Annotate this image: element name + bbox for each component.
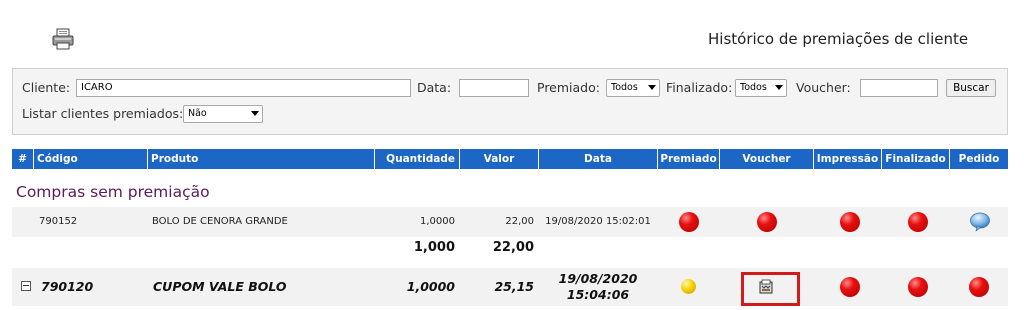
listar-label: Listar clientes premiados: (22, 106, 184, 121)
total-quantidade: 1,000 (413, 240, 455, 255)
col-hash: # (18, 153, 27, 165)
cliente-label: Cliente: (22, 80, 71, 95)
voucher-label: Voucher: (796, 80, 851, 95)
listar-select[interactable]: Não (183, 105, 263, 123)
group-data-date: 19/08/2020 (558, 271, 638, 286)
data-label: Data: (417, 80, 452, 95)
cliente-input[interactable]: ICARO (76, 79, 411, 97)
row-data: 19/08/2020 15:02:01 (545, 216, 651, 227)
premiado-select[interactable]: Todos (606, 79, 660, 97)
collapse-toggle-icon[interactable] (21, 281, 31, 291)
col-produto[interactable]: Produto (148, 149, 374, 169)
group-valor: 25,15 (494, 279, 534, 294)
section-title: Compras sem premiação (16, 183, 210, 201)
voucher-highlight-box (741, 272, 800, 306)
col-premiado[interactable]: Premiado (658, 149, 719, 169)
premiado-label: Premiado: (537, 80, 600, 95)
finalizado-label: Finalizado: (666, 80, 733, 95)
premiado-status-icon[interactable] (679, 212, 699, 232)
printer-icon[interactable] (51, 27, 75, 51)
speech-bubble-icon[interactable] (969, 212, 991, 232)
col-data[interactable]: Data (539, 149, 657, 169)
chevron-down-icon (251, 111, 259, 116)
table-header: # Código Produto Quantidade Valor Data P… (12, 149, 1008, 169)
group-data-time: 15:04:06 (566, 287, 630, 302)
group-codigo: 790120 (41, 279, 94, 294)
filter-panel: Cliente: ICARO Data: Premiado: Todos Fin… (12, 68, 1008, 135)
premiado-select-value: Todos (611, 82, 638, 93)
voucher-status-icon[interactable] (757, 212, 777, 232)
col-finalizado[interactable]: Finalizado (882, 149, 949, 169)
row-valor: 22,00 (505, 216, 534, 227)
buscar-button[interactable]: Buscar (946, 79, 996, 97)
page-title: Histórico de premiações de cliente (708, 30, 969, 48)
total-valor: 22,00 (492, 240, 534, 255)
group-produto: CUPOM VALE BOLO (153, 279, 287, 294)
col-impressao[interactable]: Impressão (814, 149, 881, 169)
group-quantidade: 1,0000 (406, 279, 455, 294)
row-produto: BOLO DE CENORA GRANDE (152, 216, 288, 227)
finalizado-select[interactable]: Todos (735, 79, 787, 97)
finalizado-select-value: Todos (740, 82, 767, 93)
col-quantidade[interactable]: Quantidade (375, 149, 459, 169)
impressao-status-icon[interactable] (840, 212, 860, 232)
table-row: 790120 CUPOM VALE BOLO 1,0000 25,15 19/0… (12, 268, 1008, 306)
col-valor[interactable]: Valor (460, 149, 538, 169)
table-row: 790152 BOLO DE CENORA GRANDE 1,0000 22,0… (12, 207, 1008, 237)
chevron-down-icon (775, 85, 783, 90)
finalizado-status-icon[interactable] (908, 277, 928, 297)
listar-select-value: Não (188, 108, 207, 119)
data-input[interactable] (459, 79, 529, 97)
premiado-status-icon[interactable] (681, 279, 696, 294)
col-pedido[interactable]: Pedido (950, 149, 1008, 169)
row-codigo: 790152 (39, 216, 78, 227)
impressao-status-icon[interactable] (840, 277, 860, 297)
pedido-status-icon[interactable] (969, 277, 989, 297)
row-quantidade: 1,0000 (420, 216, 455, 227)
chevron-down-icon (648, 85, 656, 90)
finalizado-status-icon[interactable] (908, 212, 928, 232)
col-voucher[interactable]: Voucher (720, 149, 813, 169)
col-codigo[interactable]: Código (34, 149, 147, 169)
voucher-input[interactable] (860, 79, 938, 97)
